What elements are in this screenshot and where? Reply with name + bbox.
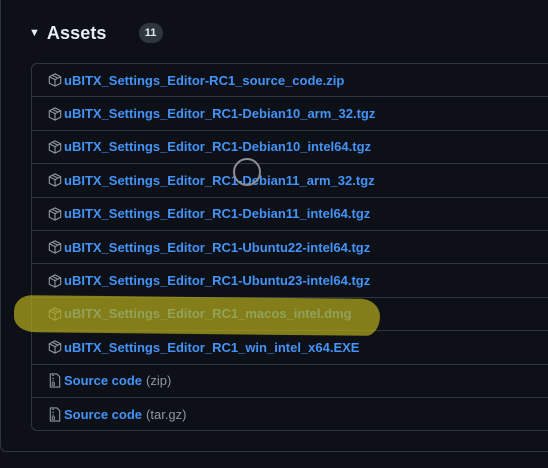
asset-link[interactable]: uBITX_Settings_Editor_RC1-Debian11_intel…: [64, 206, 370, 221]
asset-link[interactable]: uBITX_Settings_Editor_RC1-Debian10_arm_3…: [64, 106, 375, 121]
asset-row: uBITX_Settings_Editor-RC1_source_code.zi…: [32, 64, 548, 98]
assets-title: Assets: [46, 22, 107, 43]
source-code-targz-link[interactable]: Source code: [64, 407, 142, 422]
package-icon: [47, 206, 63, 222]
package-icon: [47, 339, 63, 355]
assets-count-badge: 11: [138, 23, 163, 43]
file-zip-icon: [47, 373, 63, 389]
package-icon: [47, 273, 63, 289]
file-zip-icon: [47, 407, 63, 423]
asset-link[interactable]: uBITX_Settings_Editor_RC1_win_intel_x64.…: [64, 340, 359, 355]
asset-link[interactable]: uBITX_Settings_Editor_RC1-Ubuntu22-intel…: [64, 240, 370, 255]
asset-row: uBITX_Settings_Editor_RC1-Debian11_intel…: [32, 198, 548, 231]
assets-list: uBITX_Settings_Editor-RC1_source_code.zi…: [31, 63, 548, 431]
package-icon: [47, 172, 63, 188]
asset-row-highlighted: uBITX_Settings_Editor_RC1_macos_intel.dm…: [32, 298, 548, 332]
asset-row: uBITX_Settings_Editor_RC1-Ubuntu22-intel…: [32, 231, 548, 265]
assets-header[interactable]: ▼ Assets 11: [29, 20, 163, 46]
source-code-row: Source code (zip): [32, 365, 548, 398]
source-code-row: Source code (tar.gz): [32, 398, 548, 430]
asset-row: uBITX_Settings_Editor_RC1-Debian11_arm_3…: [32, 164, 548, 198]
assets-panel: ▼ Assets 11 uBITX_Settings_Editor-RC1_so…: [0, 0, 548, 452]
source-code-format: (zip): [146, 373, 172, 389]
asset-row: uBITX_Settings_Editor_RC1-Debian10_arm_3…: [32, 97, 548, 131]
asset-row: uBITX_Settings_Editor_RC1-Debian10_intel…: [32, 131, 548, 165]
asset-link[interactable]: uBITX_Settings_Editor_RC1-Ubuntu23-intel…: [64, 273, 370, 288]
asset-link[interactable]: uBITX_Settings_Editor_RC1-Debian11_arm_3…: [64, 173, 375, 188]
package-icon: [47, 106, 63, 122]
package-icon: [47, 139, 63, 155]
asset-row: uBITX_Settings_Editor_RC1-Ubuntu23-intel…: [32, 264, 548, 298]
asset-link[interactable]: uBITX_Settings_Editor_RC1_macos_intel.dm…: [64, 306, 352, 321]
expand-triangle-icon[interactable]: ▼: [29, 27, 40, 39]
source-code-format: (tar.gz): [146, 407, 187, 423]
asset-link[interactable]: uBITX_Settings_Editor_RC1-Debian10_intel…: [64, 139, 371, 154]
asset-row: uBITX_Settings_Editor_RC1_win_intel_x64.…: [32, 331, 548, 365]
package-icon: [47, 239, 63, 255]
package-icon: [47, 306, 63, 322]
source-code-zip-link[interactable]: Source code: [64, 373, 142, 388]
package-icon: [47, 72, 63, 88]
asset-link[interactable]: uBITX_Settings_Editor-RC1_source_code.zi…: [64, 73, 344, 88]
